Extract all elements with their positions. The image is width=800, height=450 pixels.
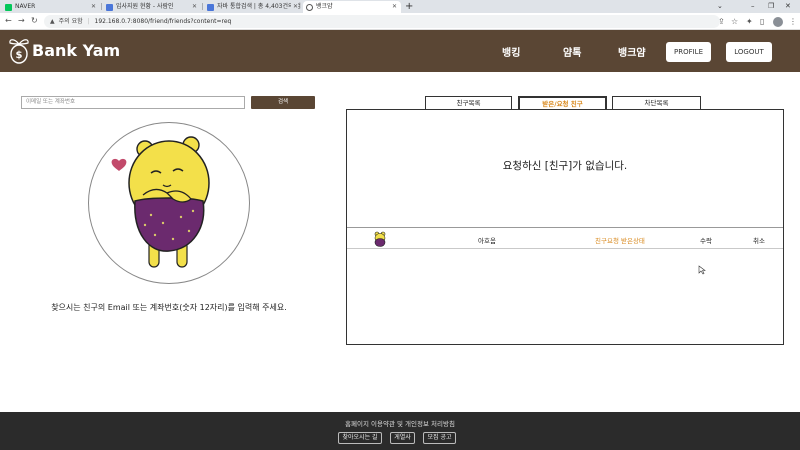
address-bar[interactable]: ▲ 주의 요함 | 192.168.0.7:8080/friend/friends…: [44, 15, 720, 28]
search-hint-text: 찾으시는 친구의 Email 또는 계좌번호(숫자 12자리)를 입력해 주세요…: [51, 303, 287, 312]
browser-toolbar: ← → ↻ ▲ 주의 요함 | 192.168.0.7:8080/friend/f…: [0, 13, 800, 30]
search-favicon-icon: [207, 4, 214, 11]
nav-banking[interactable]: 뱅킹: [502, 44, 520, 59]
profile-button[interactable]: PROFILE: [666, 42, 711, 62]
forward-icon[interactable]: →: [18, 15, 25, 27]
search-button[interactable]: 검색: [251, 96, 315, 109]
tab-block-list[interactable]: 차단목록: [612, 96, 701, 110]
new-tab-button[interactable]: +: [405, 0, 413, 13]
friend-search-input[interactable]: 이메일 또는 계좌번호: [21, 96, 245, 109]
footer-policy-link[interactable]: 홈페이지 이용약관 및 개인정보 처리방침: [0, 418, 800, 428]
yam-mascot-icon: [111, 136, 210, 268]
footer-affiliates-button[interactable]: 게열사: [390, 432, 415, 444]
close-tab-icon[interactable]: ✕: [91, 1, 96, 13]
restore-icon[interactable]: ❐: [768, 0, 774, 13]
nav-yamtalk[interactable]: 얌톡: [563, 44, 581, 59]
security-warning[interactable]: 주의 요함: [59, 18, 83, 25]
panel-divider: [347, 227, 783, 228]
browser-tab[interactable]: NAVER ✕: [2, 1, 100, 13]
footer-recruit-button[interactable]: 모집 공고: [423, 432, 456, 444]
mouse-cursor-icon: [698, 265, 706, 275]
tab-friend-list[interactable]: 친구목록: [425, 96, 512, 110]
browser-tab[interactable]: 입사지원 현황 - 사람인 ✕: [103, 1, 201, 13]
window-close-icon[interactable]: ✕: [785, 0, 791, 13]
close-tab-icon[interactable]: ✕: [392, 1, 397, 13]
back-icon[interactable]: ←: [5, 15, 12, 27]
tab-friend-requests[interactable]: 받은/요청 친구: [518, 96, 607, 110]
side-panel-icon[interactable]: ▯: [760, 15, 764, 28]
friend-request-panel: 요청하신 [친구]가 없습니다. 아호옴 친구요청 받은상태 수락 취소: [346, 109, 784, 345]
tab-separator: [101, 3, 102, 10]
browser-tab-title: 입사지원 현황 - 사람인: [116, 3, 174, 10]
friend-avatar-icon: [374, 231, 386, 247]
menu-kebab-icon[interactable]: ⋮: [789, 15, 797, 28]
globe-favicon-icon: [306, 4, 313, 11]
extensions-icon[interactable]: ✦: [746, 15, 753, 28]
tab-search-icon[interactable]: ⌄: [717, 0, 723, 13]
site-footer: 홈페이지 이용약관 및 개인정보 처리방침 찾아오시는 길 게열사 모집 공고: [0, 412, 800, 450]
cancel-button[interactable]: 취소: [753, 235, 765, 245]
browser-tab-active[interactable]: 뱅크얌 ✕: [303, 1, 401, 13]
bank-yam-logo-icon[interactable]: $: [6, 35, 32, 65]
reload-icon[interactable]: ↻: [31, 15, 38, 27]
warning-icon[interactable]: ▲: [50, 18, 55, 25]
table-row: 아호옴 친구요청 받은상태 수락 취소: [347, 229, 783, 249]
brand-name[interactable]: Bank Yam: [32, 41, 120, 60]
request-status: 친구요청 받은상태: [595, 237, 645, 245]
nav-bankyam[interactable]: 뱅크얌: [618, 44, 646, 59]
empty-message: 요청하신 [친구]가 없습니다.: [502, 160, 628, 172]
svg-text:$: $: [16, 50, 23, 61]
site-header: $ Bank Yam 뱅킹 얌톡 뱅크얌 PROFILE LOGOUT: [0, 30, 800, 72]
accept-button[interactable]: 수락: [700, 235, 712, 245]
browser-tab-title: 뱅크얌: [316, 3, 333, 10]
close-tab-icon[interactable]: ✕: [192, 1, 197, 13]
browser-tab-title: NAVER: [15, 3, 36, 10]
mascot-image: [88, 122, 250, 284]
url-text[interactable]: 192.168.0.7:8080/friend/friends?content=…: [95, 18, 232, 25]
friend-name: 아호옴: [478, 237, 496, 245]
close-tab-icon[interactable]: ✕: [290, 1, 298, 13]
naver-favicon-icon: [5, 4, 12, 11]
share-icon[interactable]: ⇪: [718, 15, 725, 28]
footer-directions-button[interactable]: 찾아오시는 길: [338, 432, 382, 444]
logout-button[interactable]: LOGOUT: [726, 42, 772, 62]
tab-separator: [202, 3, 203, 10]
browser-tab-title: 자바 통합검색 | 총 4,403건의 검: [217, 3, 301, 10]
minimize-icon[interactable]: –: [751, 0, 755, 13]
browser-tab[interactable]: 자바 통합검색 | 총 4,403건의 검 ✕: [204, 1, 302, 13]
browser-tab-strip: NAVER ✕ 입사지원 현황 - 사람인 ✕ 자바 통합검색 | 총 4,40…: [0, 0, 800, 13]
address-divider: |: [87, 18, 90, 25]
profile-avatar-icon[interactable]: [773, 17, 783, 27]
saramin-favicon-icon: [106, 4, 113, 11]
bookmark-star-icon[interactable]: ☆: [731, 15, 738, 28]
